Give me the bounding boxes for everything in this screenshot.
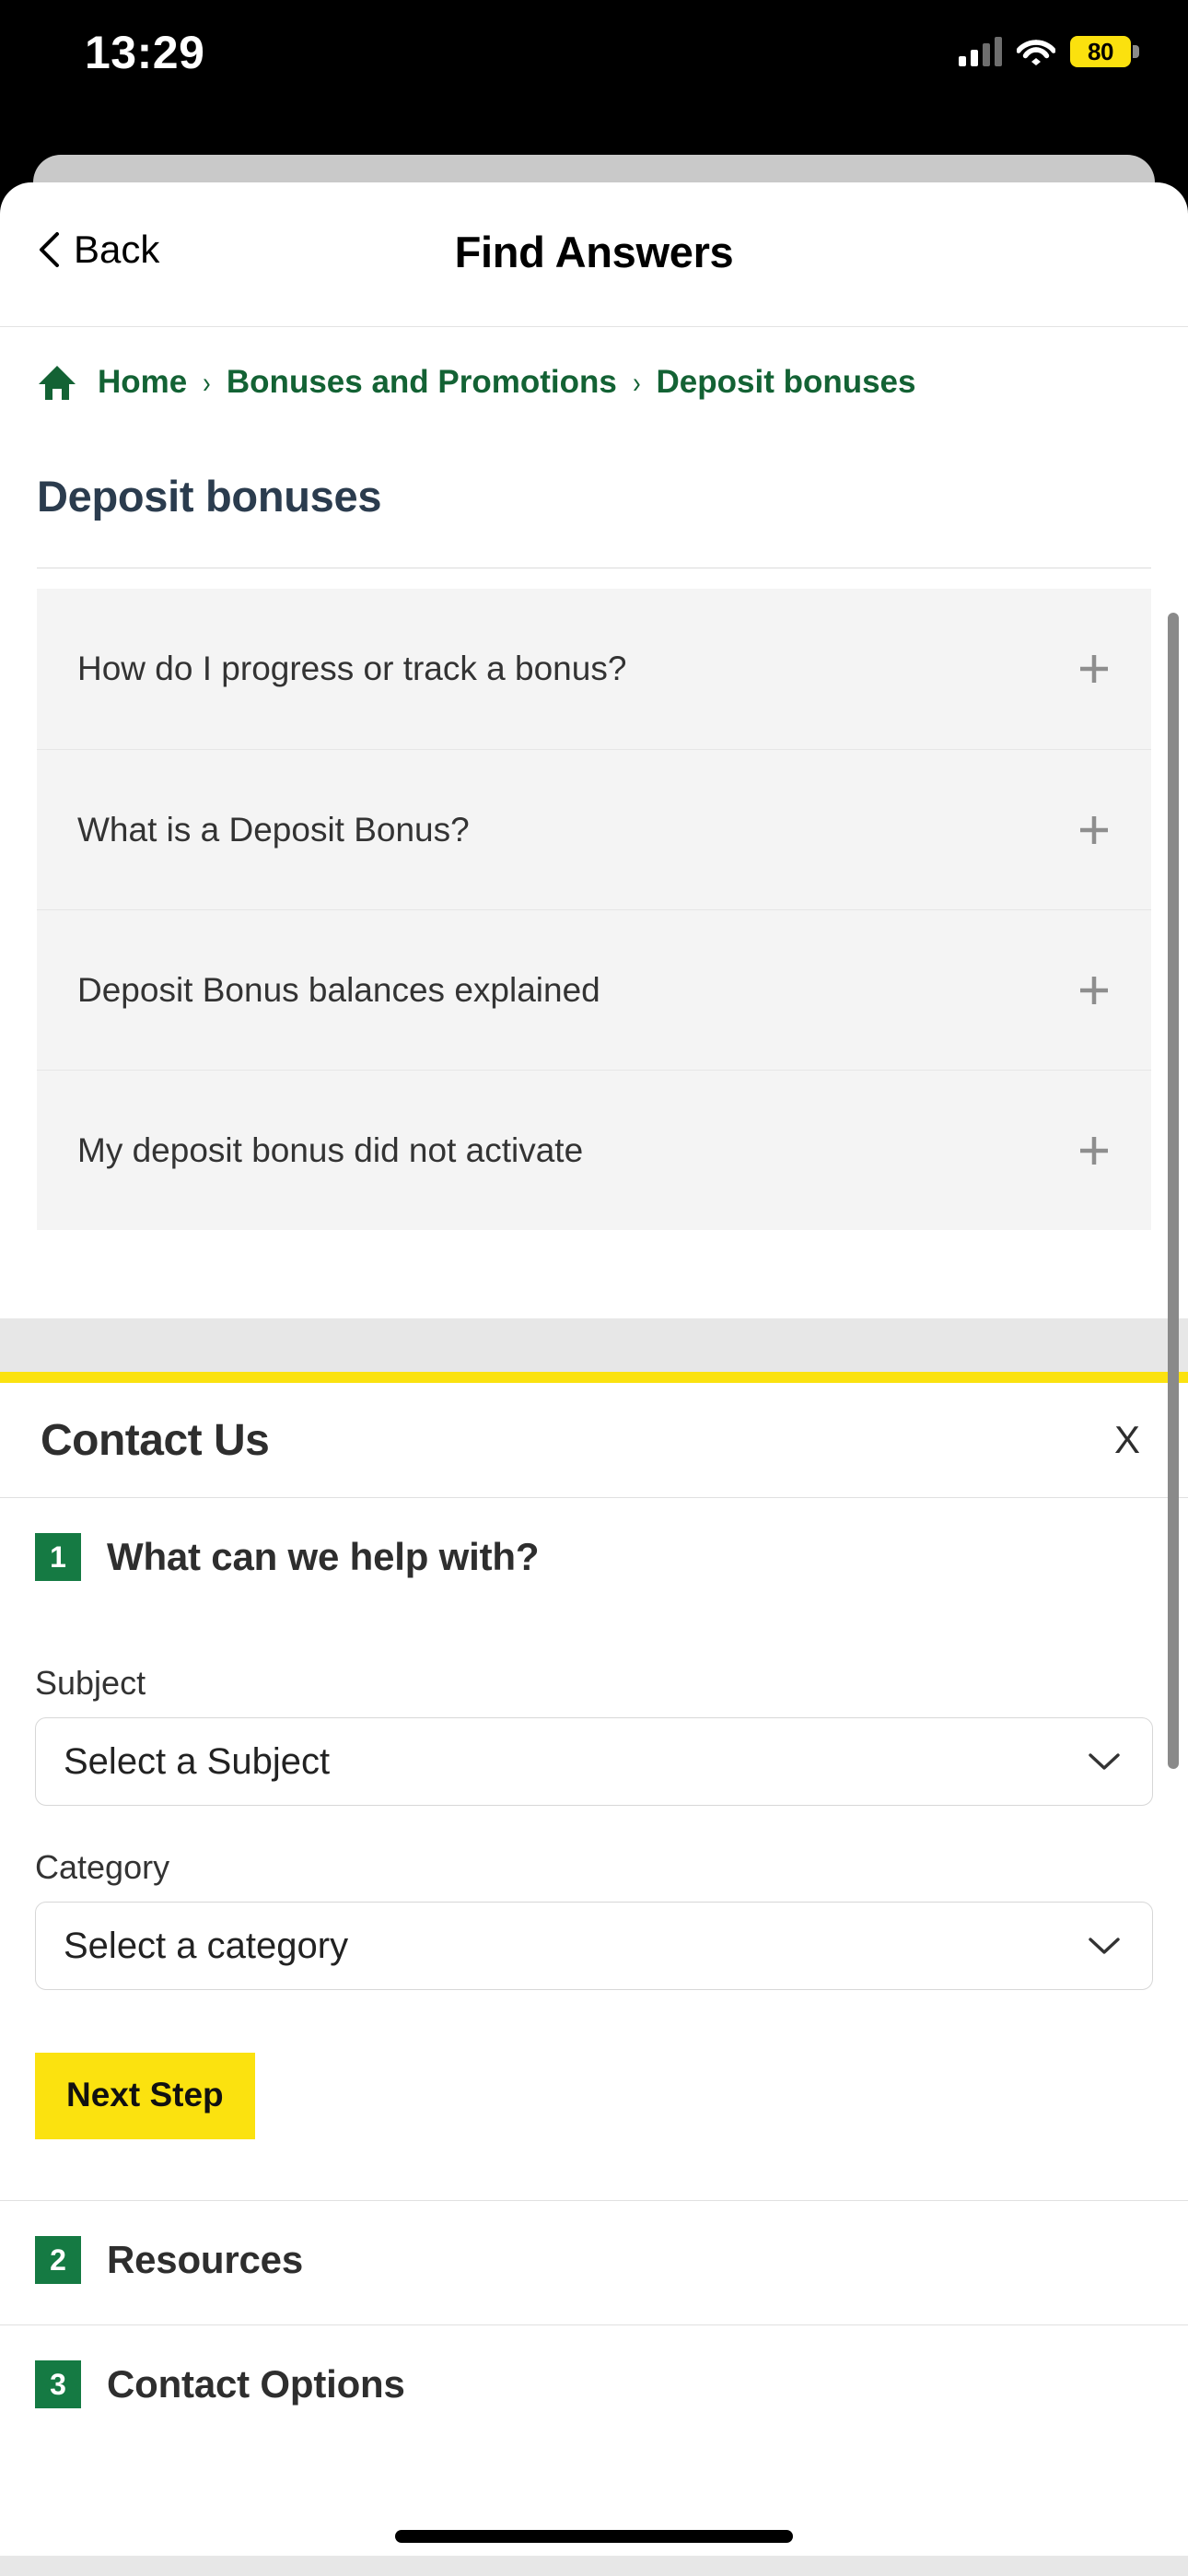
panel-spacer xyxy=(0,1318,1188,1372)
breadcrumb-separator: › xyxy=(632,365,641,399)
bottom-strip xyxy=(0,2556,1188,2576)
step-section-3: 3 Contact Options xyxy=(0,2325,1188,2449)
close-icon[interactable]: X xyxy=(1114,1418,1140,1462)
step-number-badge: 1 xyxy=(35,1533,81,1581)
contact-us-header: Contact Us X xyxy=(0,1383,1188,1497)
contact-us-panel: Contact Us X 1 What can we help with? Su… xyxy=(0,1383,1188,2449)
step-number-badge: 2 xyxy=(35,2236,81,2284)
step-title: Resources xyxy=(107,2238,303,2281)
category-select-value: Select a category xyxy=(64,1925,349,1966)
step-header-3[interactable]: 3 Contact Options xyxy=(0,2325,1188,2449)
accordion-item-label: My deposit bonus did not activate xyxy=(77,1130,584,1169)
breadcrumb-item-home[interactable]: Home xyxy=(98,364,187,401)
faq-accordion: How do I progress or track a bonus? What… xyxy=(37,589,1151,1230)
step-title: Contact Options xyxy=(107,2362,405,2406)
status-bar-clock: 13:29 xyxy=(85,27,205,78)
plus-icon[interactable] xyxy=(1076,650,1112,687)
status-bar-indicators: 80 xyxy=(959,29,1139,74)
next-step-button[interactable]: Next Step xyxy=(35,2053,255,2139)
step-section-2: 2 Resources xyxy=(0,2201,1188,2324)
contact-us-title: Contact Us xyxy=(41,1415,270,1465)
accordion-item-label: What is a Deposit Bonus? xyxy=(77,810,470,849)
navigation-bar: Back Find Answers xyxy=(0,182,1188,327)
subject-select-value: Select a Subject xyxy=(64,1740,331,1782)
phone-screen: 13:29 80 Back Find Answers Home › Bonuse… xyxy=(0,0,1188,2576)
plus-icon[interactable] xyxy=(1076,972,1112,1009)
accordion-item-label: How do I progress or track a bonus? xyxy=(77,650,627,687)
page-title: Deposit bonuses xyxy=(37,472,382,521)
chevron-down-icon xyxy=(1089,1938,1120,1954)
category-label: Category xyxy=(35,1848,170,1886)
step-section-1: 1 What can we help with? Subject Select … xyxy=(0,1498,1188,2200)
battery-percent-label: 80 xyxy=(1088,37,1113,65)
subject-select[interactable]: Select a Subject xyxy=(35,1717,1153,1806)
app-sheet: Back Find Answers Home › Bonuses and Pro… xyxy=(0,182,1188,2576)
breadcrumb-item-bonuses-and-promotions[interactable]: Bonuses and Promotions xyxy=(227,364,617,401)
breadcrumb: Home › Bonuses and Promotions › Deposit … xyxy=(0,327,1188,403)
step-header-1[interactable]: 1 What can we help with? xyxy=(0,1498,1188,1622)
accordion-item[interactable]: What is a Deposit Bonus? xyxy=(37,749,1151,909)
plus-icon[interactable] xyxy=(1076,1132,1112,1169)
status-bar: 13:29 80 xyxy=(0,0,1188,103)
panel-accent-rule xyxy=(0,1372,1188,1383)
breadcrumb-separator: › xyxy=(203,365,211,399)
cellular-signal-icon xyxy=(959,37,1002,66)
step-number-badge: 3 xyxy=(35,2360,81,2408)
accordion-item-label: Deposit Bonus balances explained xyxy=(77,970,600,1009)
step-title: What can we help with? xyxy=(107,1535,540,1578)
wifi-icon xyxy=(1017,37,1055,66)
plus-icon[interactable] xyxy=(1076,812,1112,849)
accordion-item[interactable]: How do I progress or track a bonus? xyxy=(37,589,1151,749)
subject-field-group: Subject Select a Subject xyxy=(0,1664,1188,1806)
step-header-2[interactable]: 2 Resources xyxy=(0,2201,1188,2324)
page-title-header: Find Answers xyxy=(454,228,734,276)
next-step-wrap: Next Step xyxy=(0,1990,1188,2200)
breadcrumb-item-deposit-bonuses[interactable]: Deposit bonuses xyxy=(657,364,916,401)
home-icon[interactable] xyxy=(37,362,77,403)
subject-label: Subject xyxy=(35,1664,146,1702)
chevron-down-icon xyxy=(1089,1753,1120,1770)
accordion-item[interactable]: Deposit Bonus balances explained xyxy=(37,909,1151,1070)
category-select[interactable]: Select a category xyxy=(35,1902,1153,1990)
accordion-item[interactable]: My deposit bonus did not activate xyxy=(37,1070,1151,1230)
home-indicator xyxy=(395,2530,793,2543)
category-field-group: Category Select a category xyxy=(0,1848,1188,1990)
battery-icon: 80 xyxy=(1070,36,1139,67)
page-scrollbar[interactable] xyxy=(1168,613,1179,1769)
